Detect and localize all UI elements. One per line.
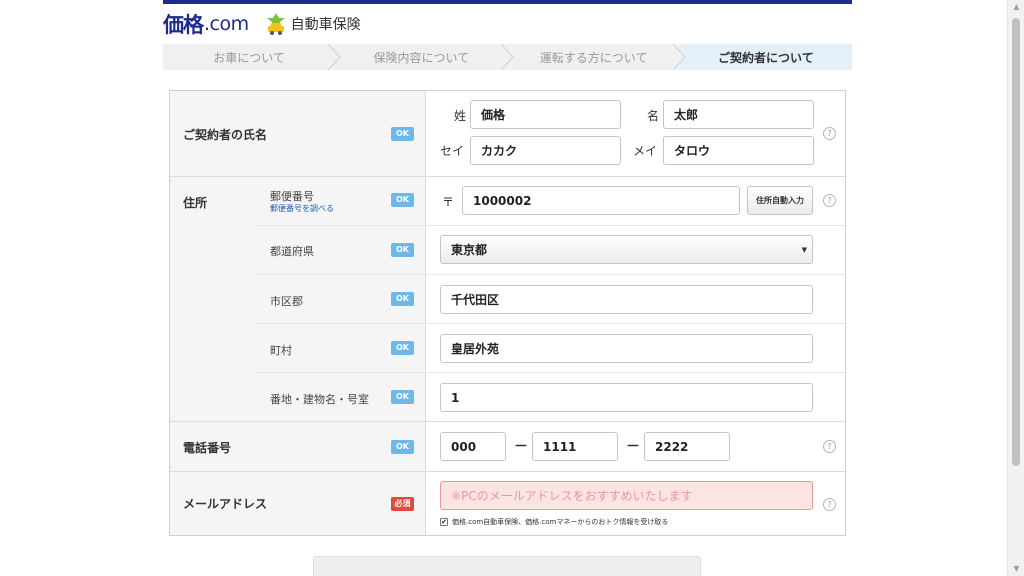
contractor-form: ご契約者の氏名 OK 姓 価格 名 太郎 セイ カカク メイ タロウ ? 住所 … xyxy=(169,90,846,536)
divider xyxy=(255,323,845,324)
status-badge: OK xyxy=(391,440,414,454)
logo-main: 価格 xyxy=(163,13,204,37)
town-label: 町村 xyxy=(270,344,292,357)
address-label: 住所 xyxy=(183,196,208,210)
help-icon[interactable]: ? xyxy=(823,194,836,207)
help-icon[interactable]: ? xyxy=(823,440,836,453)
step-label: 運転する方について xyxy=(539,50,648,65)
street-label: 番地・建物名・号室 xyxy=(270,393,369,406)
street-input[interactable]: 1 xyxy=(440,383,813,412)
step-label: お車について xyxy=(213,50,285,65)
first-name-label: 名 xyxy=(647,109,660,123)
status-badge: OK xyxy=(391,292,414,306)
phone-separator: － xyxy=(514,439,528,455)
status-badge: OK xyxy=(391,127,414,141)
car-insurance-icon xyxy=(266,13,285,35)
step-label: 保険内容について xyxy=(373,50,470,65)
phone-part2-input[interactable]: 1111 xyxy=(532,432,618,461)
city-input[interactable]: 千代田区 xyxy=(440,285,813,314)
postal-code-input[interactable]: 1000002 xyxy=(462,186,740,215)
top-accent-bar xyxy=(163,0,852,4)
label-column xyxy=(170,91,426,535)
last-name-label: 姓 xyxy=(454,109,467,123)
phone-part1-input[interactable]: 000 xyxy=(440,432,506,461)
city-label: 市区郡 xyxy=(270,295,303,308)
logo-suffix: .com xyxy=(204,13,249,35)
divider xyxy=(255,225,845,226)
prefecture-value: 東京都 xyxy=(451,243,488,257)
postal-mark: 〒 xyxy=(442,195,455,209)
progress-steps: お車について 保険内容について 運転する方について ご契約者について xyxy=(163,44,852,70)
step-car: お車について xyxy=(163,44,341,70)
optin-label: 価格.com自動車保険、価格.comマネーからのおトク情報を受け取る xyxy=(452,518,669,526)
step-insurance: 保険内容について xyxy=(335,44,514,70)
first-name-input[interactable]: 太郎 xyxy=(663,100,814,129)
prefecture-label: 都道府県 xyxy=(270,245,314,258)
scroll-down-icon[interactable]: ▼ xyxy=(1008,562,1024,576)
site-logo[interactable]: 価格 .com 自動車保険 xyxy=(163,10,361,38)
prefecture-select[interactable]: 東京都 ▼ xyxy=(440,235,813,264)
postal-lookup-link[interactable]: 郵便番号を調べる xyxy=(270,203,334,214)
status-badge: OK xyxy=(391,243,414,257)
step-contractor: ご契約者について xyxy=(679,44,852,70)
status-badge: OK xyxy=(391,341,414,355)
help-icon[interactable]: ? xyxy=(823,498,836,511)
scrollbar-thumb[interactable] xyxy=(1012,18,1020,466)
required-badge: 必須 xyxy=(391,497,414,511)
service-name: 自動車保険 xyxy=(290,17,361,33)
phone-label: 電話番号 xyxy=(183,441,232,455)
email-label: メールアドレス xyxy=(183,497,268,511)
step-arrow-icon xyxy=(500,44,514,70)
step-arrow-icon xyxy=(672,44,686,70)
divider xyxy=(170,471,845,472)
checkbox-icon[interactable]: ✔ xyxy=(440,518,448,526)
step-driver: 運転する方について xyxy=(507,44,686,70)
next-button[interactable] xyxy=(313,556,701,576)
service-title: 自動車保険 xyxy=(265,12,361,36)
last-kana-input[interactable]: カカク xyxy=(470,136,621,165)
step-label: ご契約者について xyxy=(718,50,814,65)
step-arrow-icon xyxy=(328,44,341,70)
status-badge: OK xyxy=(391,193,414,207)
last-name-input[interactable]: 価格 xyxy=(470,100,621,129)
phone-separator: － xyxy=(626,439,640,455)
scroll-up-icon[interactable]: ▲ xyxy=(1008,0,1024,14)
divider xyxy=(255,274,845,275)
divider xyxy=(170,176,845,177)
divider xyxy=(255,372,845,373)
postal-label: 郵便番号 xyxy=(270,190,314,203)
address-autofill-button[interactable]: 住所自動入力 xyxy=(747,186,813,215)
last-kana-label: セイ xyxy=(440,144,465,158)
status-badge: OK xyxy=(391,390,414,404)
help-icon[interactable]: ? xyxy=(823,127,836,140)
town-input[interactable]: 皇居外苑 xyxy=(440,334,813,363)
first-kana-label: メイ xyxy=(633,144,658,158)
email-input[interactable]: ※PCのメールアドレスをおすすめいたします xyxy=(440,481,813,510)
scrollbar[interactable]: ▲ ▼ xyxy=(1007,0,1024,576)
newsletter-optin[interactable]: ✔ 価格.com自動車保険、価格.comマネーからのおトク情報を受け取る xyxy=(440,517,668,527)
first-kana-input[interactable]: タロウ xyxy=(663,136,814,165)
divider xyxy=(170,421,845,422)
name-label: ご契約者の氏名 xyxy=(183,128,268,142)
chevron-down-icon: ▼ xyxy=(801,246,807,254)
phone-part3-input[interactable]: 2222 xyxy=(644,432,730,461)
